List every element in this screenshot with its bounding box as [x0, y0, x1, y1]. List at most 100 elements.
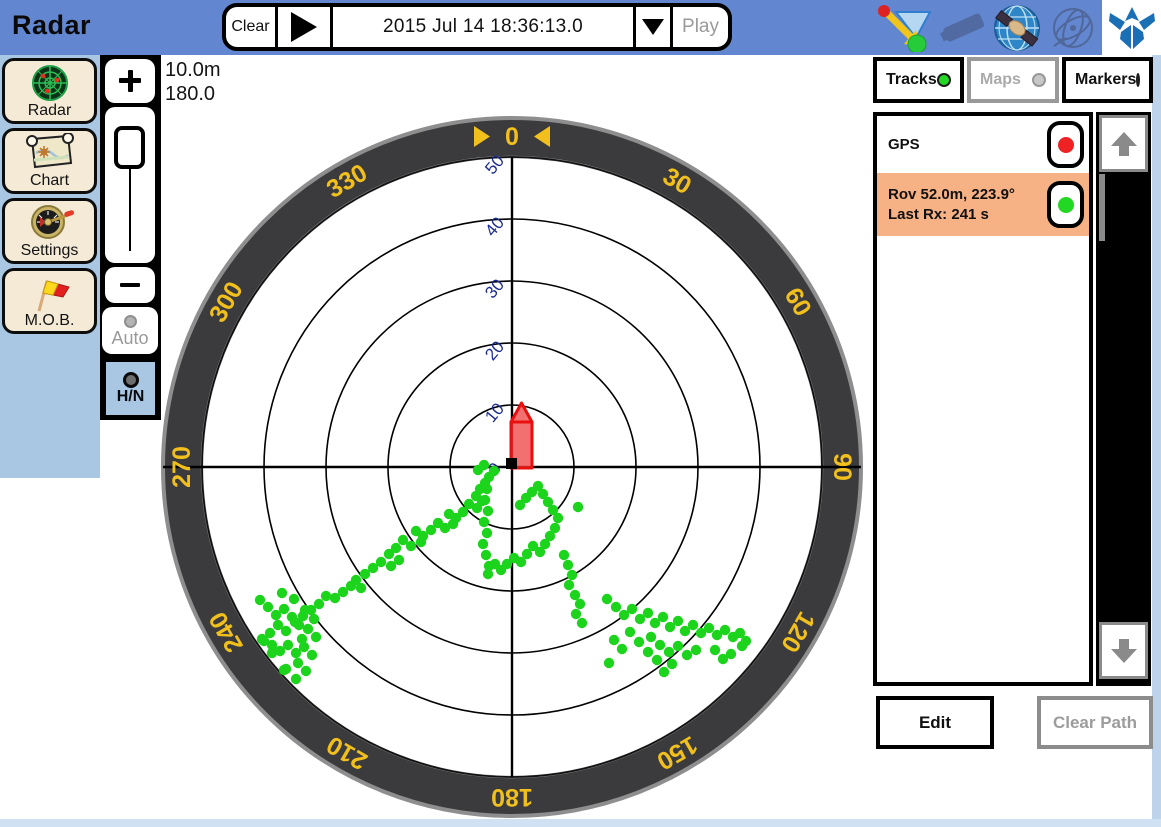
- track-dot: [553, 513, 563, 523]
- play-label-button[interactable]: Play: [673, 7, 728, 47]
- scroll-down-button[interactable]: [1099, 622, 1148, 679]
- compass-label-group: 180: [491, 783, 533, 811]
- tab-markers[interactable]: Markers: [1062, 57, 1153, 103]
- scrollbar-thumb[interactable]: [1099, 174, 1105, 241]
- track-dot: [267, 648, 277, 658]
- track-dot: [411, 526, 421, 536]
- tab-maps[interactable]: Maps: [967, 57, 1059, 103]
- track-dot: [482, 484, 492, 494]
- auto-range-button[interactable]: Auto: [102, 307, 158, 354]
- play-icon: [291, 12, 317, 42]
- plus-icon: [128, 70, 133, 92]
- track-dot: [473, 465, 483, 475]
- track-dot: [309, 614, 319, 624]
- teledyne-logo: [1102, 0, 1161, 55]
- track-dot: [289, 594, 299, 604]
- track-dot: [360, 569, 370, 579]
- timestamp-field[interactable]: 2015 Jul 14 18:36:13.0: [333, 7, 633, 47]
- track-list-scrollbar[interactable]: [1096, 112, 1151, 686]
- zoom-in-button[interactable]: [105, 59, 155, 103]
- page-title: Radar: [12, 10, 91, 41]
- sidebar-item-chart[interactable]: Chart: [2, 128, 97, 194]
- bottom-edge-strip: [0, 819, 1161, 827]
- track-dot: [291, 674, 301, 684]
- track-dot: [571, 609, 581, 619]
- track-dot: [573, 502, 583, 512]
- playback-toolbar: Clear 2015 Jul 14 18:36:13.0 Play: [222, 3, 732, 51]
- origin-marker: [506, 458, 517, 469]
- chart-icon: [24, 133, 76, 175]
- compass-label: 270: [168, 446, 196, 488]
- track-dot: [617, 644, 627, 654]
- track-dot: [293, 658, 303, 668]
- heading-north-toggle[interactable]: H/N: [106, 362, 155, 415]
- track-dot: [658, 612, 668, 622]
- tab-tracks[interactable]: Tracks: [873, 57, 964, 103]
- gps-satellite-icon[interactable]: [990, 3, 1044, 53]
- compass-label-group: 270: [168, 446, 196, 488]
- gps-visibility-button[interactable]: [1047, 121, 1084, 168]
- track-dot: [646, 632, 656, 642]
- track-dot: [303, 624, 313, 634]
- track-dot: [273, 620, 283, 630]
- compass-label: 90: [828, 453, 856, 481]
- track-dot: [263, 602, 273, 612]
- track-dot: [490, 559, 500, 569]
- edit-button[interactable]: Edit: [876, 696, 994, 749]
- track-dot: [481, 550, 491, 560]
- sidebar-item-settings[interactable]: Settings: [2, 198, 97, 264]
- track-dot: [283, 640, 293, 650]
- track-dot: [673, 616, 683, 626]
- track-dot: [625, 627, 635, 637]
- track-dot: [311, 632, 321, 642]
- track-dot: [483, 569, 493, 579]
- track-dot: [643, 647, 653, 657]
- hn-led-icon: [123, 372, 139, 388]
- track-row-rov[interactable]: Rov 52.0m, 223.9° Last Rx: 241 s: [877, 173, 1089, 236]
- radar-display[interactable]: 0306090120150180210240270300330504030201…: [159, 114, 865, 820]
- track-dot: [688, 620, 698, 630]
- track-dot: [627, 604, 637, 614]
- maps-led-icon: [1032, 73, 1046, 87]
- track-dot: [384, 549, 394, 559]
- track-dot: [659, 667, 669, 677]
- track-dot: [604, 658, 614, 668]
- scroll-up-button[interactable]: [1099, 115, 1148, 172]
- track-dot: [279, 604, 289, 614]
- heading-label: 180.0: [165, 82, 221, 106]
- zoom-slider[interactable]: [105, 107, 155, 263]
- timestamp-dropdown-button[interactable]: [636, 7, 670, 47]
- track-dot: [444, 509, 454, 519]
- hn-frame: H/N: [102, 358, 159, 419]
- track-list: GPS Rov 52.0m, 223.9° Last Rx: 241 s: [873, 112, 1093, 686]
- track-dot: [652, 655, 662, 665]
- track-row-gps[interactable]: GPS: [877, 116, 1089, 173]
- track-dot: [602, 594, 612, 604]
- track-dot: [634, 637, 644, 647]
- gyro-icon[interactable]: [1046, 4, 1100, 52]
- track-dot: [330, 593, 340, 603]
- rov-led-icon: [1058, 197, 1074, 213]
- track-dot: [691, 645, 701, 655]
- arrow-down-icon: [1109, 636, 1139, 666]
- radar-icon: [27, 63, 73, 105]
- clear-path-button[interactable]: Clear Path: [1037, 696, 1153, 749]
- track-dot: [720, 625, 730, 635]
- sidebar-item-mob[interactable]: M.O.B.: [2, 268, 97, 334]
- zoom-out-button[interactable]: [105, 267, 155, 303]
- sidebar-item-radar[interactable]: Radar: [2, 58, 97, 124]
- play-button[interactable]: [278, 7, 330, 47]
- clear-button[interactable]: Clear: [226, 7, 275, 47]
- track-dot: [297, 634, 307, 644]
- track-dot: [259, 636, 269, 646]
- rov-visibility-button[interactable]: [1047, 181, 1084, 228]
- track-dot: [673, 641, 683, 651]
- track-dot: [559, 550, 569, 560]
- zoom-slider-thumb[interactable]: [114, 126, 145, 169]
- track-dot: [277, 588, 287, 598]
- transducer-icon[interactable]: [938, 4, 990, 52]
- usbl-contact-icon[interactable]: [876, 4, 934, 52]
- track-dot: [482, 528, 492, 538]
- track-dot: [704, 623, 714, 633]
- track-dot: [386, 561, 396, 571]
